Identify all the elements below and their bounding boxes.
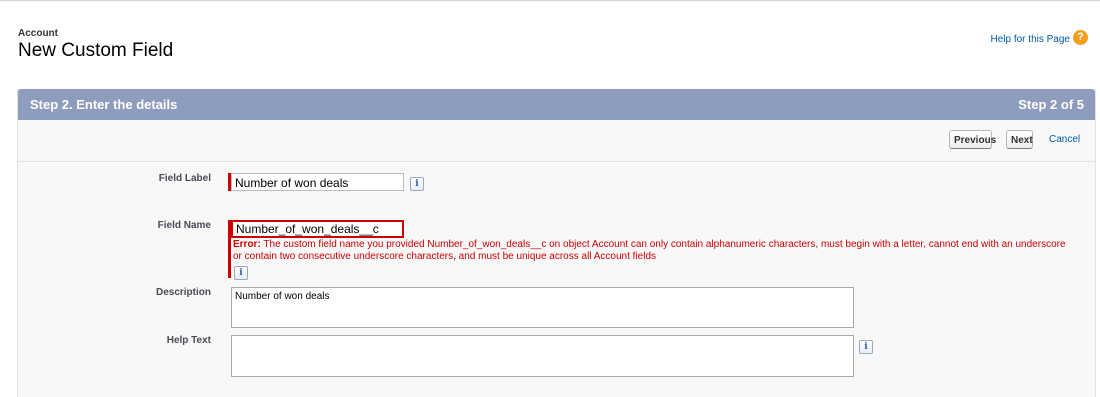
step-header: Step 2. Enter the details Step 2 of 5 [18, 89, 1095, 120]
field-name-error: Error: The custom field name you provide… [233, 239, 1073, 263]
field-name-label: Field Name [157, 220, 211, 231]
field-name-input[interactable]: Number_of_won_deals__c [231, 220, 404, 238]
field-name-info-icon[interactable]: i [234, 266, 248, 280]
help-text-info-icon[interactable]: i [859, 340, 873, 354]
error-text: The custom field name you provided Numbe… [233, 239, 1066, 262]
step-counter: Step 2 of 5 [1018, 97, 1084, 112]
description-label: Description [155, 287, 211, 298]
cancel-link[interactable]: Cancel [1049, 134, 1080, 145]
page-header: Account New Custom Field [18, 28, 173, 62]
top-divider [0, 0, 1100, 1]
button-bar: Previous Next Cancel [18, 120, 1095, 162]
form-panel: Step 2. Enter the details Step 2 of 5 Pr… [17, 89, 1096, 397]
error-prefix: Error: [233, 239, 261, 250]
description-textarea[interactable]: Number of won deals [231, 287, 854, 328]
step-title: Step 2. Enter the details [30, 97, 178, 112]
field-label-input[interactable]: Number of won deals [231, 173, 404, 191]
help-text-label: Help Text [166, 335, 211, 346]
field-label-label: Field Label [158, 173, 211, 184]
previous-button[interactable]: Previous [949, 130, 996, 149]
next-button[interactable]: Next [1006, 130, 1033, 149]
object-name: Account [18, 28, 58, 39]
field-label-info-icon[interactable]: i [410, 177, 424, 191]
help-question-icon[interactable]: ? [1073, 30, 1088, 45]
help-text-textarea[interactable] [231, 335, 854, 377]
page-title: New Custom Field [18, 40, 174, 61]
help-link[interactable]: Help for this Page [991, 34, 1071, 45]
